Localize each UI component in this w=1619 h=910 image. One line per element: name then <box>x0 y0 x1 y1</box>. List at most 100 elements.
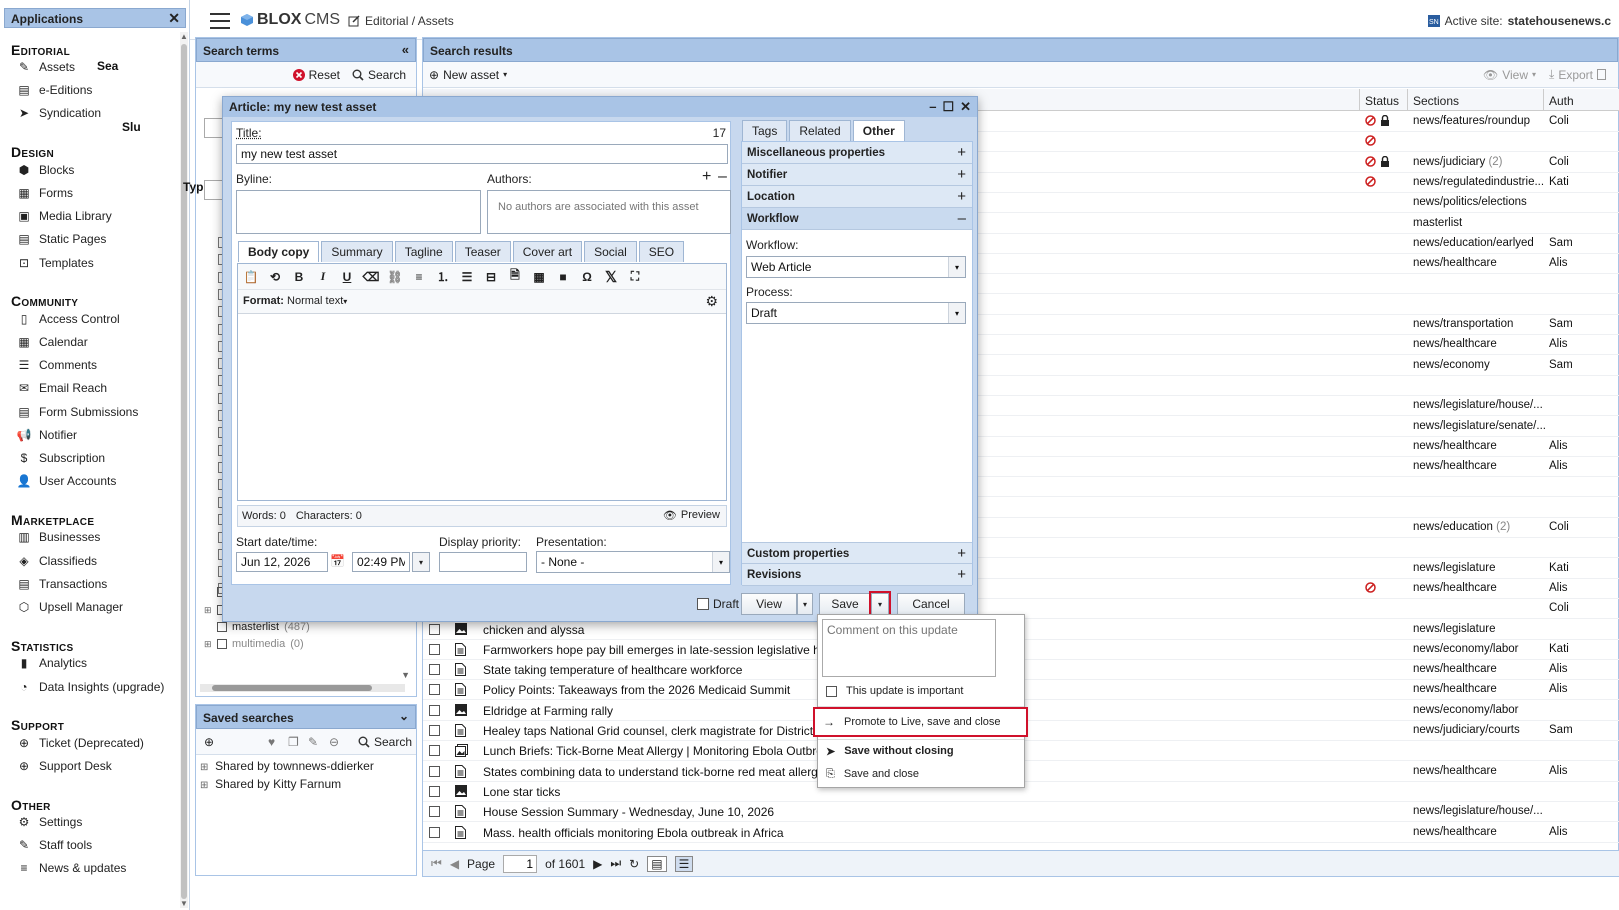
tab-social[interactable]: Social <box>584 241 637 262</box>
new-asset-button[interactable]: ⊕ New asset ▾ <box>423 68 513 82</box>
underline-icon[interactable]: U <box>340 270 354 284</box>
sidebar-item-settings[interactable]: ⚙ Settings <box>17 813 82 831</box>
asset-title[interactable]: Mass. health officials monitoring Ebola … <box>483 826 784 840</box>
row-checkbox[interactable] <box>429 745 440 756</box>
refresh-icon[interactable]: ↻ <box>629 857 639 871</box>
menu-icon[interactable] <box>210 13 230 29</box>
sidebar-item-transactions[interactable]: ▤ Transactions <box>17 575 107 593</box>
scrollbar-thumb[interactable] <box>212 685 372 691</box>
sidebar-item-form-submissions[interactable]: ▤ Form Submissions <box>17 403 138 421</box>
row-checkbox[interactable] <box>429 786 440 797</box>
asset-title[interactable]: Lone star ticks <box>483 785 560 799</box>
paste-icon[interactable]: 📋 <box>244 270 258 284</box>
saved-list-item[interactable]: ⊞ Shared by townnews-ddierker <box>200 759 374 773</box>
sidebar-item-data-insights-upgrade-[interactable]: ◔ Data Insights (upgrade) <box>17 678 164 696</box>
calendar-icon[interactable]: 📅 <box>330 554 345 568</box>
remove-author-icon[interactable]: – <box>718 168 727 186</box>
tab-tags[interactable]: Tags <box>742 120 787 141</box>
next-page-icon[interactable]: ▶ <box>593 857 602 871</box>
scroll-down-icon[interactable]: ▼ <box>401 670 410 680</box>
maximize-icon[interactable]: ☐ <box>942 99 954 115</box>
sidebar-item-user-accounts[interactable]: 👤 User Accounts <box>17 472 116 490</box>
close-icon[interactable]: ✕ <box>960 99 971 115</box>
asset-title[interactable]: House Session Summary - Wednesday, June … <box>483 805 774 819</box>
reset-button[interactable]: Reset <box>287 68 346 82</box>
sidebar-item-ticket-deprecated-[interactable]: ⊕ Ticket (Deprecated) <box>17 734 144 752</box>
update-comment-input[interactable] <box>822 619 996 677</box>
scroll-up-icon[interactable]: ▲ <box>180 32 188 41</box>
asset-title[interactable]: Farmworkers hope pay bill emerges in lat… <box>483 643 853 657</box>
add-icon[interactable]: ⊕ <box>198 735 220 749</box>
workflow-header[interactable]: Workflow – <box>742 208 972 230</box>
save-button[interactable]: Save <box>819 593 871 615</box>
sidebar-item-classifieds[interactable]: ◈ Classifieds <box>17 552 97 570</box>
list-view-icon[interactable]: ▤ <box>647 856 666 872</box>
last-page-icon[interactable]: ⏭ <box>610 856 621 871</box>
align-icon[interactable]: ≡ <box>412 270 426 284</box>
save-dropdown-button[interactable]: ▾ <box>871 593 889 615</box>
page-break-icon[interactable]: 🗎 <box>508 270 522 284</box>
link-icon[interactable]: ⛓ <box>388 270 402 284</box>
asset-title[interactable]: State taking temperature of healthcare w… <box>483 663 742 677</box>
sidebar-item-static-pages[interactable]: ▤ Static Pages <box>17 230 106 248</box>
sidebar-item-forms[interactable]: ▦ Forms <box>17 184 73 202</box>
row-checkbox[interactable] <box>429 705 440 716</box>
expand-icon[interactable]: ⊞ <box>204 639 212 650</box>
export-button[interactable]: ⤓ Export <box>1543 67 1612 82</box>
tab-cover-art[interactable]: Cover art <box>513 241 582 262</box>
dialog-title-bar[interactable]: Article: my new test asset – ☐ ✕ <box>223 97 977 117</box>
save-without-closing-item[interactable]: ➤ Save without closing <box>818 739 1024 763</box>
time-dropdown-icon[interactable]: ▾ <box>412 552 430 572</box>
location-header[interactable]: Location + <box>742 186 972 208</box>
blox-logo[interactable]: BLOX CMS <box>240 11 340 29</box>
row-checkbox[interactable] <box>429 684 440 695</box>
tab-teaser[interactable]: Teaser <box>455 241 511 262</box>
row-checkbox[interactable] <box>429 725 440 736</box>
tab-summary[interactable]: Summary <box>321 241 392 262</box>
clear-format-icon[interactable]: ⌫ <box>364 270 378 284</box>
section-tree-item[interactable]: masterlist (487) <box>204 621 310 633</box>
sidebar-item-comments[interactable]: ☰ Comments <box>17 356 97 374</box>
revisions-header[interactable]: Revisions + <box>742 564 972 586</box>
expand-icon[interactable]: ⊞ <box>204 605 212 616</box>
misc-properties-header[interactable]: Miscellaneous properties + <box>742 142 972 164</box>
notifier-header[interactable]: Notifier + <box>742 164 972 186</box>
byline-input[interactable] <box>236 190 481 234</box>
asset-title[interactable]: Policy Points: Takeaways from the 2026 M… <box>483 683 790 697</box>
add-author-icon[interactable]: + <box>702 168 711 186</box>
scrollbar-thumb[interactable] <box>181 44 187 899</box>
edit-icon[interactable]: ✎ <box>302 735 324 749</box>
gear-icon[interactable]: ⚙ <box>705 293 718 310</box>
table-icon[interactable]: ▦ <box>532 270 546 284</box>
tab-seo[interactable]: SEO <box>639 241 684 262</box>
section-tree-item[interactable]: ⊞ multimedia (0) <box>204 638 304 650</box>
start-time-input[interactable] <box>352 552 410 572</box>
checkbox[interactable] <box>217 622 227 632</box>
sidebar-item-subscription[interactable]: $ Subscription <box>17 449 105 467</box>
row-checkbox[interactable] <box>429 766 440 777</box>
sidebar-item-syndication[interactable]: ➤ Syndication <box>17 104 101 122</box>
saved-list-item[interactable]: ⊞ Shared by Kitty Farnum <box>200 777 341 791</box>
asset-title[interactable]: Eldridge at Farming rally <box>483 704 613 718</box>
filter-input[interactable] <box>204 118 224 138</box>
sidebar-item-e-editions[interactable]: ▤ e-Editions <box>17 81 92 99</box>
search-button[interactable]: Search <box>346 68 412 82</box>
view-button[interactable]: View <box>741 593 797 615</box>
sidebar-item-businesses[interactable]: ▥ Businesses <box>17 528 100 546</box>
promote-live-menu-item[interactable]: → Promote to Live, save and close <box>815 709 1026 735</box>
special-char-icon[interactable]: Ω <box>580 270 594 284</box>
sidebar-scrollbar[interactable]: ▲ ▼ <box>180 32 188 908</box>
asset-title[interactable]: States combining data to understand tick… <box>483 765 824 779</box>
scroll-down-icon[interactable]: ▼ <box>180 899 188 908</box>
collapse-icon[interactable]: ⌄ <box>399 709 409 723</box>
sidebar-item-blocks[interactable]: ⬢ Blocks <box>17 161 74 179</box>
preview-button[interactable]: 👁 Preview <box>663 509 720 522</box>
column-author[interactable]: Auth <box>1549 94 1574 108</box>
minimize-icon[interactable]: – <box>929 99 936 115</box>
first-page-icon[interactable]: ⏮ <box>431 856 442 871</box>
saved-search-button[interactable]: Search <box>352 735 418 749</box>
asset-title[interactable]: chicken and alyssa <box>483 623 584 637</box>
priority-input[interactable] <box>439 552 527 572</box>
checkbox[interactable] <box>217 639 227 649</box>
draft-checkbox[interactable]: Draft <box>697 597 739 611</box>
